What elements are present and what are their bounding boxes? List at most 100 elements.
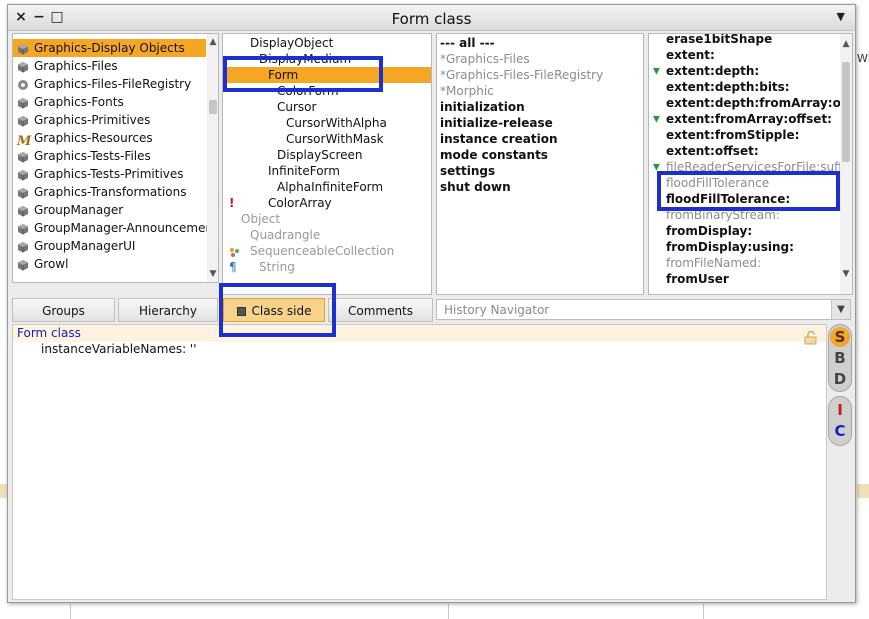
method-list-item[interactable]: fromUser bbox=[649, 271, 839, 287]
tab-hierarchy[interactable]: Hierarchy bbox=[118, 298, 218, 322]
scroll-down-icon[interactable]: ▼ bbox=[840, 268, 852, 280]
source-b-button[interactable]: B bbox=[830, 348, 850, 368]
protocol-list-item[interactable]: *Morphic bbox=[440, 83, 494, 99]
background-selection-strip-left bbox=[0, 484, 7, 498]
method-label: fromDisplay:using: bbox=[666, 240, 794, 254]
class-list-item[interactable]: InfiniteForm bbox=[223, 163, 431, 179]
method-label: extent:offset: bbox=[666, 144, 759, 158]
scroll-thumb[interactable] bbox=[842, 62, 850, 162]
package-list-item[interactable]: Graphics-Files-FileRegistry bbox=[13, 75, 206, 93]
class-label: AlphaInfiniteForm bbox=[277, 180, 384, 194]
package-icon bbox=[17, 42, 29, 55]
tab-groups[interactable]: Groups bbox=[12, 298, 115, 322]
package-list-item[interactable]: M Graphics-Resources bbox=[13, 129, 206, 148]
package-list-item[interactable]: Graphics-Fonts bbox=[13, 93, 206, 111]
package-label: Graphics-Tests-Primitives bbox=[34, 167, 184, 181]
method-list-item[interactable]: extent:offset: bbox=[649, 143, 839, 159]
package-label: Graphics-Fonts bbox=[34, 95, 124, 109]
class-label: Object bbox=[241, 212, 281, 226]
package-icon bbox=[17, 114, 29, 127]
package-label: Graphics-Transformations bbox=[34, 185, 187, 199]
method-list-item[interactable]: extent:depth:bits: bbox=[649, 79, 839, 95]
scroll-down-icon[interactable]: ▼ bbox=[207, 268, 218, 280]
chevron-down-icon[interactable]: ▼ bbox=[831, 300, 850, 319]
i-button[interactable]: I bbox=[830, 400, 850, 420]
method-label: erase1bitShape bbox=[666, 33, 773, 46]
background-divider-1 bbox=[70, 604, 71, 619]
class-label: DisplayScreen bbox=[277, 148, 363, 162]
scroll-up-icon[interactable]: ▲ bbox=[207, 36, 218, 48]
package-icon bbox=[17, 258, 29, 271]
protocol-list-item[interactable]: shut down bbox=[440, 179, 511, 195]
class-list-item[interactable]: Quadrangle bbox=[223, 227, 431, 243]
method-list-item[interactable]: fromFileNamed: bbox=[649, 255, 839, 271]
package-list-item[interactable]: Graphics-Transformations bbox=[13, 183, 206, 201]
method-list-item[interactable]: fromDisplay:using: bbox=[649, 239, 839, 255]
class-list-item[interactable]: CursorWithAlpha bbox=[223, 115, 431, 131]
class-label: ColorArray bbox=[268, 196, 332, 210]
protocol-list-item[interactable]: *Graphics-Files bbox=[440, 51, 530, 67]
protocol-list-pane[interactable]: --- all --- *Graphics-Files *Graphics-File… bbox=[436, 33, 644, 295]
class-list-item[interactable]: AlphaInfiniteForm bbox=[223, 179, 431, 195]
protocol-list-item[interactable]: mode constants bbox=[440, 147, 548, 163]
method-label: extent:depth:bits: bbox=[666, 80, 790, 94]
package-list-item[interactable]: GroupManagerUI bbox=[13, 237, 206, 255]
tab-comments[interactable]: Comments bbox=[328, 298, 433, 322]
class-list-item[interactable]: Object bbox=[223, 211, 431, 227]
package-label: Graphics-Primitives bbox=[34, 113, 151, 127]
scroll-thumb[interactable] bbox=[209, 100, 217, 114]
package-list-item[interactable]: GroupManager-Announcemen bbox=[13, 219, 213, 237]
class-list-item[interactable]: DisplayObject bbox=[223, 35, 431, 51]
class-list-item[interactable]: Cursor bbox=[223, 99, 431, 115]
protocol-list-item[interactable]: *Graphics-Files-FileRegistry bbox=[440, 67, 603, 83]
override-arrow-icon: ▲ bbox=[653, 66, 660, 76]
method-list-item[interactable]: ▲ extent:fromArray:offset: bbox=[649, 111, 839, 127]
package-list-item[interactable]: Graphics-Primitives bbox=[13, 111, 206, 129]
package-list-pane[interactable]: Graphics-Display Objects Graphics-Files Gr… bbox=[12, 33, 219, 283]
package-scrollbar[interactable]: ▲ ▼ bbox=[207, 34, 218, 282]
class-list-item[interactable]: CursorWithMask bbox=[223, 131, 431, 147]
package-list-item[interactable]: GroupManager bbox=[13, 201, 206, 219]
method-label: extent:fromStipple: bbox=[666, 128, 800, 142]
scroll-up-icon[interactable]: ▲ bbox=[840, 38, 852, 50]
method-list-item[interactable]: fromDisplay: bbox=[649, 223, 839, 239]
method-list-item[interactable]: extent:depth:fromArray:offset: bbox=[649, 95, 852, 111]
history-navigator-field[interactable]: History Navigator ▼ bbox=[436, 299, 851, 320]
method-scrollbar[interactable]: ▲ ▼ bbox=[840, 34, 852, 294]
package-list-item[interactable]: Graphics-Files bbox=[13, 57, 206, 75]
package-list-item[interactable]: Graphics-Display Objects bbox=[13, 39, 206, 57]
class-list-item[interactable]: ! ColorArray bbox=[223, 195, 431, 211]
package-icon bbox=[17, 96, 29, 109]
method-list-item[interactable]: extent:fromStipple: bbox=[649, 127, 839, 143]
package-icon bbox=[17, 222, 29, 235]
package-label: GroupManager bbox=[34, 203, 124, 217]
c-button[interactable]: C bbox=[830, 421, 850, 441]
highlight-box-form bbox=[223, 56, 383, 92]
source-s-button[interactable]: S bbox=[830, 327, 850, 347]
method-list-pane[interactable]: erase1bitShape extent: ▲ extent:depth: exten… bbox=[648, 33, 853, 295]
protocol-list-item[interactable]: --- all --- bbox=[440, 35, 495, 51]
code-editor[interactable]: Form class instanceVariableNames: '' bbox=[12, 324, 827, 600]
protocol-list-item[interactable]: instance creation bbox=[440, 131, 558, 147]
method-list-item[interactable]: extent: bbox=[649, 47, 839, 63]
window-titlebar[interactable]: × − □ Form class ▼ bbox=[8, 5, 855, 31]
method-list-item[interactable]: erase1bitShape bbox=[649, 33, 839, 47]
class-list-item[interactable]: SequenceableCollection bbox=[223, 243, 431, 259]
class-label: String bbox=[259, 260, 295, 274]
source-d-button[interactable]: D bbox=[830, 369, 850, 389]
protocol-list-item[interactable]: settings bbox=[440, 163, 495, 179]
package-gear-icon bbox=[17, 78, 29, 90]
lock-icon[interactable] bbox=[803, 330, 819, 345]
package-list-item[interactable]: Graphics-Tests-Primitives bbox=[13, 165, 206, 183]
method-label: fromFileNamed: bbox=[666, 256, 762, 270]
method-list-item[interactable]: ▲ extent:depth: bbox=[649, 63, 839, 79]
package-list-item[interactable]: Growl bbox=[13, 255, 206, 273]
window-menu-icon[interactable]: ▼ bbox=[837, 10, 845, 23]
package-icon bbox=[17, 168, 29, 181]
package-list-item[interactable]: Graphics-Tests-Files bbox=[13, 147, 206, 165]
protocol-list-item[interactable]: initialization bbox=[440, 99, 525, 115]
class-list-item[interactable]: ¶ String bbox=[223, 259, 431, 275]
class-label: DisplayObject bbox=[250, 36, 334, 50]
class-list-item[interactable]: DisplayScreen bbox=[223, 147, 431, 163]
protocol-list-item[interactable]: initialize-release bbox=[440, 115, 553, 131]
